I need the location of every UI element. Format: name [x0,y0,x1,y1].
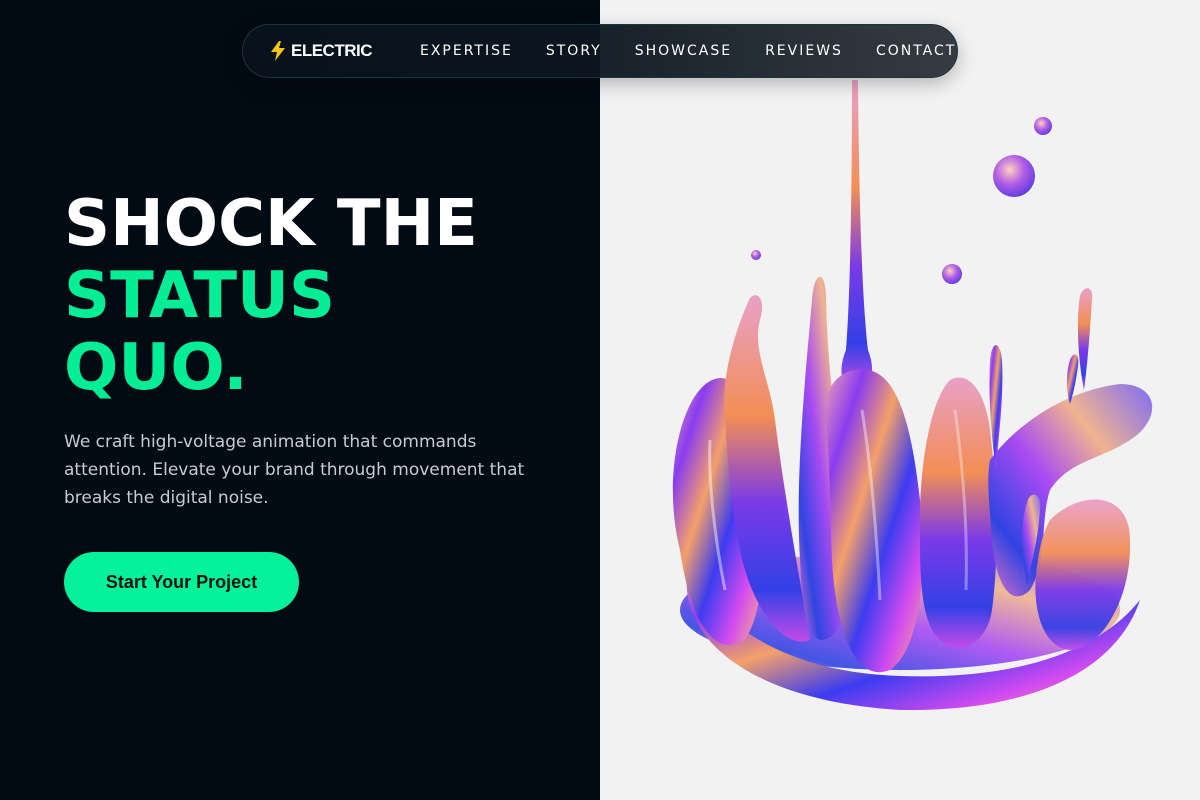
brand-name: ELECTRIC [291,41,373,60]
start-project-button[interactable]: Start Your Project [64,552,299,612]
nav-link-contact[interactable]: CONTACT [876,43,956,59]
hero-title-line-1: SHOCK THE [64,187,478,261]
hero-title-line-3: QUO. [64,331,248,405]
lightning-bolt-icon [271,41,285,61]
main-navigation: ELECTRIC EXPERTISE STORY SHOWCASE REVIEW… [242,24,958,78]
liquid-splash-artwork [672,80,1153,711]
nav-link-expertise[interactable]: EXPERTISE [420,43,513,59]
nav-link-story[interactable]: STORY [546,43,602,59]
brand-logo[interactable]: ELECTRIC [269,41,373,61]
hero-title-line-2: STATUS [64,259,336,333]
hero-visual-panel [600,0,1200,800]
nav-link-showcase[interactable]: SHOWCASE [635,43,732,59]
hero-description: We craft high-voltage animation that com… [64,432,525,508]
hero-title: SHOCK THE STATUS QUO. [64,188,478,404]
nav-link-reviews[interactable]: REVIEWS [765,43,843,59]
nav-links: EXPERTISE STORY SHOWCASE REVIEWS CONTACT [420,43,956,59]
